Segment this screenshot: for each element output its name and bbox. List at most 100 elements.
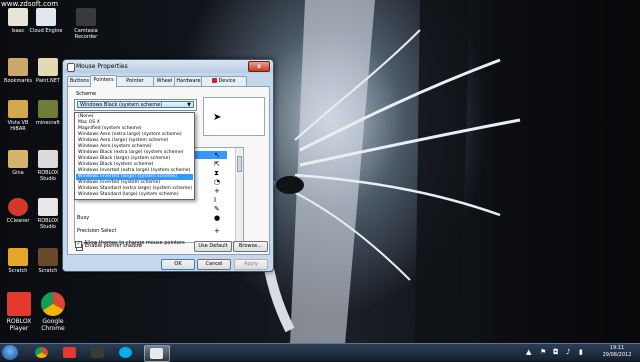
chevron-down-icon: ▼ bbox=[187, 102, 191, 108]
camera-icon bbox=[76, 8, 96, 26]
desktop-icon-label: ROBLOX bbox=[6, 318, 32, 325]
network-icon[interactable]: ▲ bbox=[526, 348, 531, 356]
taskbar-clock[interactable]: 19:11 29/08/2012 bbox=[600, 345, 634, 359]
close-button[interactable]: x bbox=[248, 61, 270, 72]
speaker-icon[interactable]: ♪ bbox=[566, 348, 570, 356]
handwriting-cursor-icon: ✎ bbox=[214, 205, 220, 213]
desktop-icon-label: CCleaner bbox=[6, 218, 30, 224]
folder-icon bbox=[8, 58, 28, 76]
desktop-icon-google-chrome[interactable]: Google Chrome bbox=[30, 292, 76, 332]
scratch-icon bbox=[8, 248, 28, 266]
desktop-icon-label: ROBLOX Studio bbox=[37, 170, 59, 182]
desktop-icon-label: Camtasia Recorder bbox=[74, 28, 98, 40]
app-icon bbox=[36, 8, 56, 26]
desktop-icon-scratch-2[interactable]: Scratch bbox=[30, 248, 66, 274]
scratch-icon bbox=[38, 248, 58, 266]
window-title: Mouse Properties bbox=[76, 63, 128, 70]
arrow-cursor-icon: ➤ bbox=[213, 112, 222, 123]
desktop-icon-label: Isaac bbox=[11, 28, 25, 34]
use-default-button[interactable]: Use Default bbox=[194, 241, 232, 252]
start-button[interactable] bbox=[2, 345, 18, 360]
scrollbar-thumb[interactable] bbox=[237, 156, 242, 172]
signal-icon[interactable]: ▮ bbox=[579, 348, 583, 356]
help-cursor-icon: ⇱ bbox=[214, 160, 220, 168]
scheme-label: Scheme bbox=[76, 91, 97, 97]
allow-themes-label: Allow themes to change mouse pointers bbox=[84, 240, 185, 246]
mouse-icon bbox=[150, 348, 163, 359]
apply-button[interactable]: Apply bbox=[234, 259, 268, 270]
cursor-list-scrollbar[interactable] bbox=[235, 148, 243, 242]
desktop-icon-camtasia[interactable]: Camtasia Recorder bbox=[68, 8, 104, 40]
taskbar-roblox[interactable] bbox=[58, 345, 82, 360]
desktop-icon-roblox-studio-2[interactable]: ROBLOX Studio bbox=[30, 198, 66, 230]
folder-icon bbox=[8, 150, 28, 168]
scheme-select[interactable]: Windows Black (system scheme) ▼ bbox=[77, 101, 194, 108]
dropdown-option[interactable]: Windows Standard (large) (system scheme) bbox=[76, 192, 193, 198]
ok-button[interactable]: OK bbox=[161, 259, 195, 270]
precision-cursor-icon: + bbox=[214, 227, 220, 235]
scheme-dropdown-list[interactable]: (None) Mac OS X Magnified (system scheme… bbox=[74, 112, 195, 200]
tab-device-settings[interactable]: Device Settings bbox=[201, 76, 247, 93]
desktop-icon-label: Cloud Engine bbox=[29, 28, 63, 34]
roblox-icon bbox=[63, 347, 76, 358]
cursor-row[interactable]: Busy ● bbox=[77, 214, 227, 222]
chrome-icon bbox=[41, 292, 65, 316]
cursor-row[interactable]: ✎ bbox=[77, 205, 227, 213]
desktop-icon-label: Scratch bbox=[8, 268, 28, 274]
desktop-icon-cloud-engine[interactable]: Cloud Engine bbox=[28, 8, 64, 34]
taskbar-chrome[interactable] bbox=[30, 345, 54, 360]
text-cursor-icon: I bbox=[214, 196, 217, 204]
device-settings-icon bbox=[212, 78, 218, 83]
desktop-icon-label: Scratch bbox=[38, 268, 58, 274]
ccleaner-icon bbox=[8, 198, 28, 216]
taskbar: ▲ ⚑ ◘ ♪ ▮ 19:11 29/08/2012 bbox=[0, 343, 640, 362]
scheme-select-value: Windows Black (system scheme) bbox=[80, 102, 163, 108]
desktop-icon-label: Vista VB HiBAR bbox=[7, 120, 29, 132]
cursor-row-label: Precision Select bbox=[77, 228, 117, 234]
roblox-icon bbox=[7, 292, 31, 316]
desktop-icon-label: Bookmarks bbox=[4, 78, 32, 84]
mouse-icon bbox=[67, 63, 75, 72]
desktop-icon-label: Player bbox=[9, 325, 29, 332]
document-icon bbox=[38, 198, 58, 216]
action-center-icon[interactable]: ◘ bbox=[553, 348, 559, 356]
working-cursor-icon: ⧗ bbox=[214, 169, 219, 177]
tab-buttons[interactable]: Buttons bbox=[67, 76, 92, 86]
title-bar[interactable]: Mouse Properties x bbox=[63, 60, 273, 73]
chrome-icon bbox=[35, 347, 48, 358]
scheme-group: Windows Black (system scheme) ▼ bbox=[74, 99, 197, 111]
browse-button[interactable]: Browse... bbox=[233, 241, 268, 252]
folder-icon bbox=[8, 8, 28, 26]
paint-icon bbox=[38, 58, 58, 76]
taskbar-camtasia[interactable] bbox=[86, 345, 110, 360]
busy-cursor-icon: ● bbox=[214, 214, 221, 222]
folder-icon bbox=[8, 100, 28, 118]
wait-cursor-icon: ◔ bbox=[214, 178, 221, 186]
allow-themes-checkbox[interactable]: ✓ Allow themes to change mouse pointers bbox=[75, 240, 185, 248]
taskbar-mouse-properties[interactable] bbox=[144, 345, 170, 362]
tab-wheel[interactable]: Wheel bbox=[153, 76, 176, 86]
cursor-preview: ➤ bbox=[203, 97, 265, 136]
desktop-icon-paint-net[interactable]: Paint.NET bbox=[30, 58, 66, 84]
desktop-icon-label: Google bbox=[42, 318, 64, 325]
skype-icon bbox=[119, 347, 132, 358]
tab-hardware[interactable]: Hardware bbox=[174, 76, 203, 86]
desktop-icon-roblox-studio[interactable]: ROBLOX Studio bbox=[30, 150, 66, 182]
tab-pointer-options[interactable]: Pointer Options bbox=[115, 76, 155, 93]
flag-icon[interactable]: ⚑ bbox=[540, 348, 546, 356]
desktop-icon-minecraft[interactable]: minecraft bbox=[30, 100, 66, 126]
checkmark-icon: ✓ bbox=[75, 241, 82, 248]
cursor-row[interactable]: Precision Select + bbox=[77, 227, 227, 235]
tab-pointers[interactable]: Pointers bbox=[90, 75, 117, 87]
camera-icon bbox=[91, 347, 104, 358]
clock-time: 19:11 bbox=[609, 345, 625, 351]
taskbar-skype[interactable] bbox=[114, 345, 138, 360]
desktop-icon-label: Paint.NET bbox=[36, 78, 60, 84]
arrow-cursor-icon: ↖ bbox=[214, 151, 220, 159]
crosshair-cursor-icon: + bbox=[214, 187, 220, 195]
cancel-button[interactable]: Cancel bbox=[197, 259, 231, 270]
desktop-icon-label: minecraft bbox=[35, 120, 60, 126]
roblox-studio-icon bbox=[38, 150, 58, 168]
watermark-text: www.zdsoft.com bbox=[1, 0, 59, 8]
desktop-icon-label: Chrome bbox=[41, 325, 65, 332]
